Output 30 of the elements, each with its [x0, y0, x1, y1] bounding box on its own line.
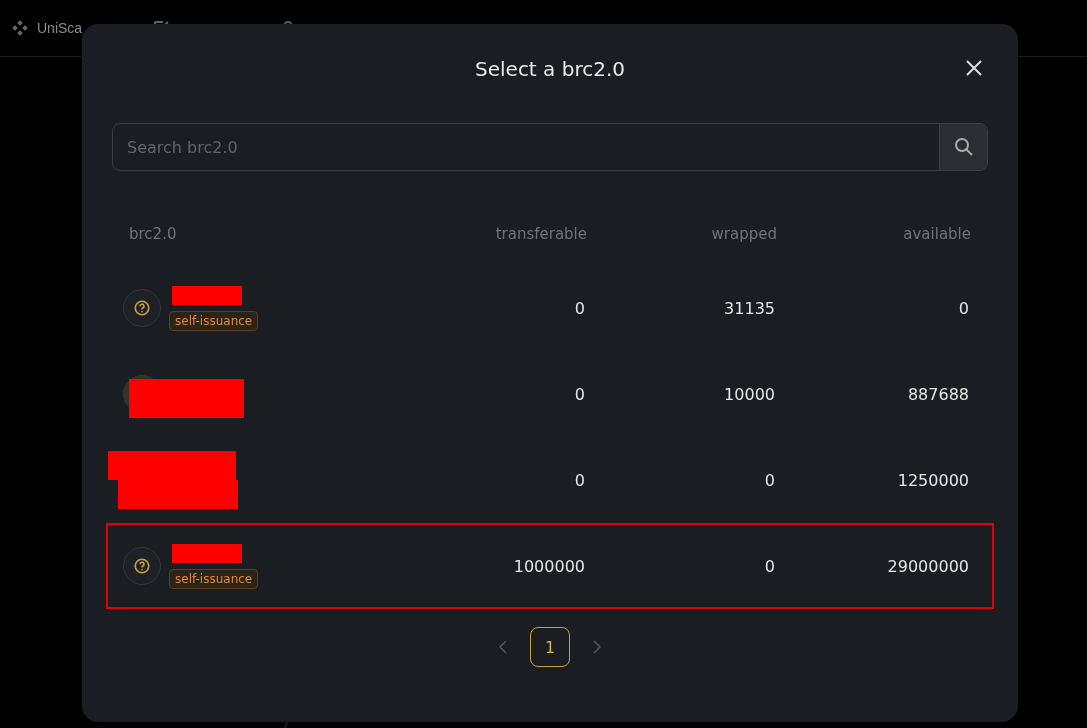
table-cell-text: 31135	[723, 298, 775, 318]
table-cell-text: 0	[573, 470, 585, 490]
table-cell-text: 0	[763, 556, 775, 576]
search-icon	[953, 137, 974, 157]
table-cell-text: 1250000	[896, 470, 969, 490]
search-button[interactable]	[939, 124, 987, 170]
page-button[interactable]: 1	[530, 627, 570, 667]
table-cell-text: 1000000	[512, 556, 585, 576]
table-cell-text: 0	[573, 298, 585, 318]
modal-title: Select a brc2.0	[475, 57, 625, 81]
column-header: transferable	[494, 225, 587, 243]
column-header: available	[902, 225, 971, 243]
column-header: brc2.0	[129, 225, 178, 243]
table-cell-text: 29000000	[886, 556, 969, 576]
redaction-block	[172, 285, 242, 305]
brand-name[interactable]: UniSca	[37, 20, 83, 36]
table-cell-text: 887688	[906, 384, 969, 404]
column-header: wrapped	[710, 225, 777, 243]
token-row[interactable]: self-issuance 1000000 0 29000000	[106, 523, 994, 609]
token-row[interactable]: 0 0 1250000	[106, 437, 994, 523]
table-cell-text: 10000	[723, 384, 775, 404]
table-cell-text: 0	[573, 384, 585, 404]
table-cell-text: 0	[763, 470, 775, 490]
token-row[interactable]: self-issuance 0 31135 0	[106, 265, 994, 351]
self-issuance-tag: self-issuance	[169, 310, 259, 331]
table-cell-text: 0	[957, 298, 969, 318]
question-mark-icon	[123, 289, 161, 327]
redaction-block	[172, 543, 242, 563]
question-mark-icon	[123, 547, 161, 585]
self-issuance-tag: self-issuance	[169, 568, 259, 589]
